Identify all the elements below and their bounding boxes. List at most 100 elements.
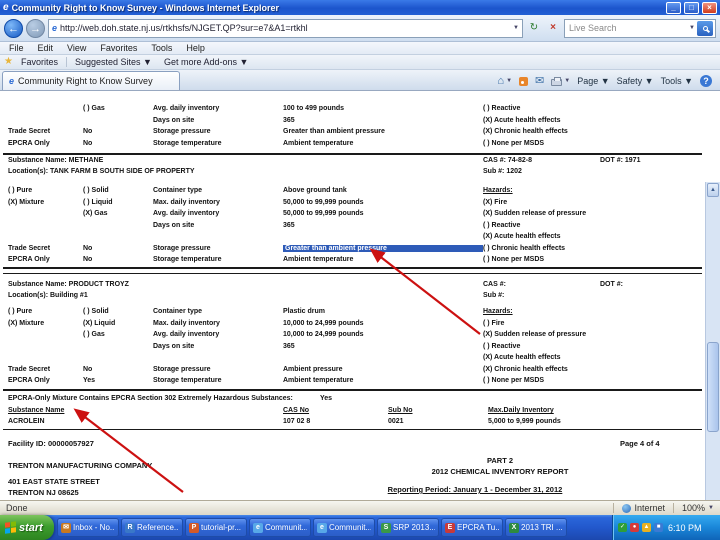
help-button[interactable]: ? <box>700 75 712 87</box>
search-box[interactable]: Live Search ▼ <box>564 18 716 38</box>
report-cell: ( ) Reactive <box>483 221 521 229</box>
ehs-sub: 0021 <box>388 418 404 425</box>
taskbar-button-label: 2013 TRI ... <box>521 523 563 532</box>
print-button[interactable]: ▼ <box>551 75 570 87</box>
dot-number: DOT #: <box>600 281 623 288</box>
taskbar-button[interactable]: E EPCRA Tu... <box>441 518 503 537</box>
report-cell: ( ) Reactive <box>483 342 521 350</box>
magnifier-icon <box>702 25 708 31</box>
close-button[interactable]: × <box>702 1 717 14</box>
report-block-partial: ( ) Gas Avg. daily inventory 100 to 499 po… <box>0 103 705 149</box>
report-row: ( ) Pure ( ) Solid Container type Above gro… <box>0 185 705 197</box>
internet-zone-icon <box>622 503 632 513</box>
safety-menu-button[interactable]: Safety ▼ <box>617 76 654 86</box>
menu-item[interactable]: Tools <box>144 43 179 53</box>
report-cell: Trade Secret <box>8 244 51 252</box>
report-cell: (X) Chronic health effects <box>483 365 568 373</box>
tray-icon[interactable]: ● <box>630 523 639 532</box>
ehs-inventory: 5,000 to 9,999 pounds <box>488 418 561 425</box>
report-row: Trade Secret No Storage pressure Greater th… <box>0 126 705 138</box>
section-divider <box>3 273 702 274</box>
scrollbar-thumb[interactable] <box>707 342 719 432</box>
report-cell: EPCRA Only <box>8 139 50 147</box>
tray-icon[interactable]: ■ <box>654 523 663 532</box>
menu-item[interactable]: Edit <box>31 43 61 53</box>
facility-id: Facility ID: 00000057927 <box>8 439 94 448</box>
taskbar-button[interactable]: X 2013 TRI ... <box>505 518 567 537</box>
tab-favicon: e <box>9 76 15 86</box>
report-cell: ( ) Solid <box>83 308 109 316</box>
tray-icon[interactable]: ✓ <box>618 523 627 532</box>
taskbar-button-icon: P <box>189 522 199 533</box>
report-cell: Storage pressure <box>153 365 211 373</box>
report-cell: ( ) Gas <box>83 331 105 339</box>
feeds-button[interactable] <box>519 76 529 86</box>
taskbar-button[interactable]: S SRP 2013... <box>377 518 439 537</box>
back-button[interactable]: ← <box>4 18 23 38</box>
menu-item[interactable]: Favorites <box>93 43 144 53</box>
report-cell: ( ) None per MSDS <box>483 256 545 264</box>
search-dropdown-icon[interactable]: ▼ <box>689 25 695 31</box>
report-cell: Storage pressure <box>153 244 211 252</box>
report-cell: 100 to 499 pounds <box>283 105 345 113</box>
report-row: Trade Secret No Storage pressure Greater th… <box>0 243 705 255</box>
company-city: TRENTON NJ 08625 <box>8 488 79 497</box>
chevron-down-icon: ▼ <box>564 78 571 84</box>
report-row: (X) Mixture ( ) Liquid Max. daily inventor… <box>0 197 705 209</box>
report-block-troyz: ( ) Pure ( ) Solid Container type Plastic d… <box>0 306 705 387</box>
favorites-button[interactable]: Favorites <box>17 57 62 67</box>
report-cell: No <box>83 256 93 264</box>
taskbar-button[interactable]: e Communit... <box>313 518 375 537</box>
stop-button[interactable]: × <box>545 20 561 36</box>
tab-community-survey[interactable]: e Community Right to Know Survey <box>2 71 180 90</box>
report-row: Trade Secret No Storage pressure Ambient pr… <box>0 364 705 376</box>
report-cell: Max. daily inventory <box>153 319 220 327</box>
scroll-up-button[interactable]: ▲ <box>707 183 719 197</box>
menu-item[interactable]: Help <box>179 43 212 53</box>
taskbar-button[interactable]: e Communit... <box>249 518 311 537</box>
report-cell: No <box>83 365 93 373</box>
report-cell: 10,000 to 24,999 pounds <box>283 331 364 339</box>
menu-bar: File Edit View Favorites Tools Help <box>0 42 720 55</box>
substance-name: Substance Name: METHANE <box>8 157 104 164</box>
report-row: (X) Mixture (X) Liquid Max. daily inventor… <box>0 318 705 330</box>
section-divider <box>3 429 702 430</box>
maximize-button[interactable]: □ <box>684 1 699 14</box>
section-divider <box>3 153 702 155</box>
taskbar-button[interactable]: R Reference... <box>121 518 183 537</box>
taskbar-button-icon: e <box>253 522 263 533</box>
zoom-control[interactable]: 100% ▼ <box>673 503 714 513</box>
taskbar-button-icon: R <box>125 522 135 533</box>
report-document: ( ) Gas Avg. daily inventory 100 to 499 po… <box>0 91 705 500</box>
forward-button[interactable]: → <box>26 18 45 38</box>
command-bar: ⌂ ▼ ✉ ▼ Page ▼ Safety ▼ Tools ▼ ? <box>497 75 720 90</box>
tools-menu-button[interactable]: Tools ▼ <box>661 76 693 86</box>
substance-name: Substance Name: PRODUCT TROYZ <box>8 281 129 288</box>
report-cell: ( ) None per MSDS <box>483 377 545 385</box>
report-cell: (X) Mixture <box>8 198 45 206</box>
refresh-button[interactable]: ↻ <box>526 20 542 36</box>
start-button[interactable]: start <box>0 515 54 540</box>
report-cell: Ambient temperature <box>283 377 354 385</box>
vertical-scrollbar[interactable]: ▲ ▼ <box>705 182 720 540</box>
read-mail-button[interactable]: ✉ <box>535 75 544 87</box>
menu-item[interactable]: File <box>2 43 31 53</box>
report-cell: (X) Acute health effects <box>483 116 561 124</box>
report-cell: (X) Acute health effects <box>483 233 561 241</box>
minimize-button[interactable]: _ <box>666 1 681 14</box>
report-cell: No <box>83 139 93 147</box>
taskbar-button[interactable]: Ptutorial-pr... <box>185 518 247 537</box>
get-addons-button[interactable]: Get more Add-ons ▼ <box>160 57 252 67</box>
taskbar-button[interactable]: ✉ Inbox - No... <box>57 518 119 537</box>
address-dropdown-icon[interactable]: ▼ <box>513 25 519 31</box>
page-menu-button[interactable]: Page ▼ <box>577 76 609 86</box>
home-button[interactable]: ⌂ ▼ <box>497 75 512 87</box>
tray-icon[interactable]: ▲ <box>642 523 651 532</box>
ehs-cas: 107 02 8 <box>283 418 311 425</box>
suggested-sites-button[interactable]: Suggested Sites ▼ <box>71 57 156 67</box>
address-field[interactable]: e http://web.doh.state.nj.us/rtkhsfs/NJG… <box>48 18 523 38</box>
substance-location-row: Location(s): TANK FARM B SOUTH SIDE OF P… <box>0 168 705 179</box>
menu-item[interactable]: View <box>60 43 93 53</box>
search-button[interactable] <box>697 20 713 36</box>
tray-icons: ✓ ● ▲ ■ <box>618 523 663 532</box>
